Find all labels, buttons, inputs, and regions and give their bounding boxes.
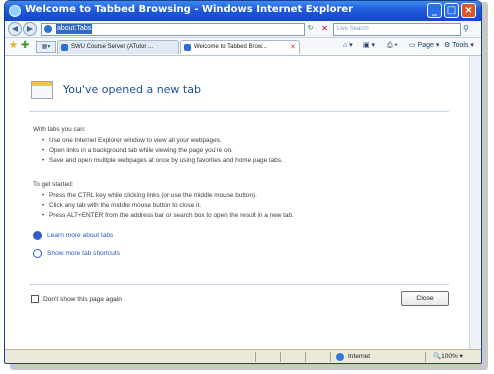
add-favorites-icon[interactable]: ✚ — [21, 40, 29, 52]
title-bar[interactable]: Welcome to Tabbed Browsing - Windows Int… — [5, 1, 481, 21]
search-input[interactable]: Live Search — [333, 23, 461, 36]
page-menu-label: Page — [417, 42, 434, 49]
list-item: Save and open multiple webpages at once … — [42, 157, 283, 165]
status-divider — [425, 352, 426, 362]
security-zone: Internet — [348, 353, 371, 360]
quick-tabs-button[interactable]: ▦▾ — [36, 41, 56, 53]
list-item: Open links in a background tab while vie… — [42, 147, 233, 155]
forward-button[interactable]: ▶ — [23, 22, 37, 36]
address-url[interactable]: about:Tabs — [56, 24, 93, 34]
new-tab-icon — [31, 81, 53, 99]
close-window-button[interactable]: × — [461, 3, 476, 18]
page-menu-button[interactable]: ▭ Page ▾ — [409, 41, 439, 51]
stop-icon[interactable]: ✕ — [318, 23, 331, 34]
page-icon — [44, 25, 52, 33]
back-button[interactable]: ◀ — [8, 22, 22, 36]
address-bar[interactable]: about:Tabs — [41, 23, 305, 36]
maximize-button[interactable]: □ — [444, 3, 459, 18]
help-icon — [33, 231, 42, 240]
window-title: Welcome to Tabbed Browsing - Windows Int… — [25, 4, 354, 15]
tab-swu-course-server[interactable]: SWU Course Server (ATutor ... — [57, 40, 179, 54]
tab-close-icon[interactable]: ✕ — [290, 41, 296, 54]
list-item: Use one Internet Explorer window to view… — [42, 137, 222, 145]
dont-show-label[interactable]: Don't show this page again — [43, 295, 122, 304]
tab-page-icon — [184, 44, 191, 51]
status-divider — [330, 352, 331, 362]
minimize-button[interactable]: _ — [427, 3, 442, 18]
internet-zone-icon — [336, 353, 344, 361]
dont-show-checkbox[interactable] — [31, 295, 39, 303]
zoom-value: 100% — [441, 353, 458, 360]
expand-icon — [33, 249, 42, 258]
tab-bar: ★ ✚ ▦▾ SWU Course Server (ATutor ... Wel… — [5, 38, 481, 56]
refresh-icon[interactable]: ↻ — [304, 23, 317, 34]
search-icon[interactable]: ⚲ — [463, 23, 475, 34]
zoom-level[interactable]: 🔍100% ▾ — [433, 352, 463, 362]
tools-menu-button[interactable]: ⚙ Tools ▾ — [444, 41, 474, 51]
status-divider — [305, 352, 306, 362]
ie-window: Welcome to Tabbed Browsing - Windows Int… — [4, 0, 482, 364]
status-bar: Internet 🔍100% ▾ — [5, 349, 481, 363]
home-icon[interactable]: ⌂ ▾ — [343, 41, 353, 51]
favorites-star-icon[interactable]: ★ — [9, 40, 18, 52]
page-content: You've opened a new tab With tabs you ca… — [5, 56, 469, 349]
tab-welcome-tabbed-browsing[interactable]: Welcome to Tabbed Brow... ✕ — [180, 40, 300, 54]
print-icon[interactable]: ⎙ ▾ — [387, 41, 398, 51]
tools-menu-label: Tools — [452, 42, 469, 49]
list-item: Click any tab with the middle mouse butt… — [42, 202, 201, 210]
get-started-intro: To get started: — [33, 181, 74, 188]
divider — [29, 284, 449, 285]
ie-logo-icon — [9, 5, 21, 17]
tab-label: SWU Course Server (ATutor ... — [71, 44, 154, 50]
list-item: Press ALT+ENTER from the address bar or … — [42, 212, 294, 220]
tab-page-icon — [61, 44, 68, 51]
feeds-icon[interactable]: ▣ ▾ — [363, 41, 375, 51]
show-shortcuts-link[interactable]: Show more tab shortcuts — [47, 249, 120, 258]
divider — [29, 111, 449, 112]
address-toolbar: ◀ ▶ about:Tabs ↻ ✕ Live Search ⚲ — [5, 21, 481, 38]
tab-label: Welcome to Tabbed Brow... — [194, 44, 267, 50]
status-divider — [255, 352, 256, 362]
learn-more-link[interactable]: Learn more about tabs — [47, 231, 113, 240]
with-tabs-intro: With tabs you can: — [33, 126, 86, 133]
vertical-scrollbar[interactable] — [469, 56, 481, 349]
list-item: Press the CTRL key while clicking links … — [42, 192, 257, 200]
status-divider — [280, 352, 281, 362]
close-button[interactable]: Close — [401, 291, 449, 306]
page-heading: You've opened a new tab — [63, 83, 201, 96]
